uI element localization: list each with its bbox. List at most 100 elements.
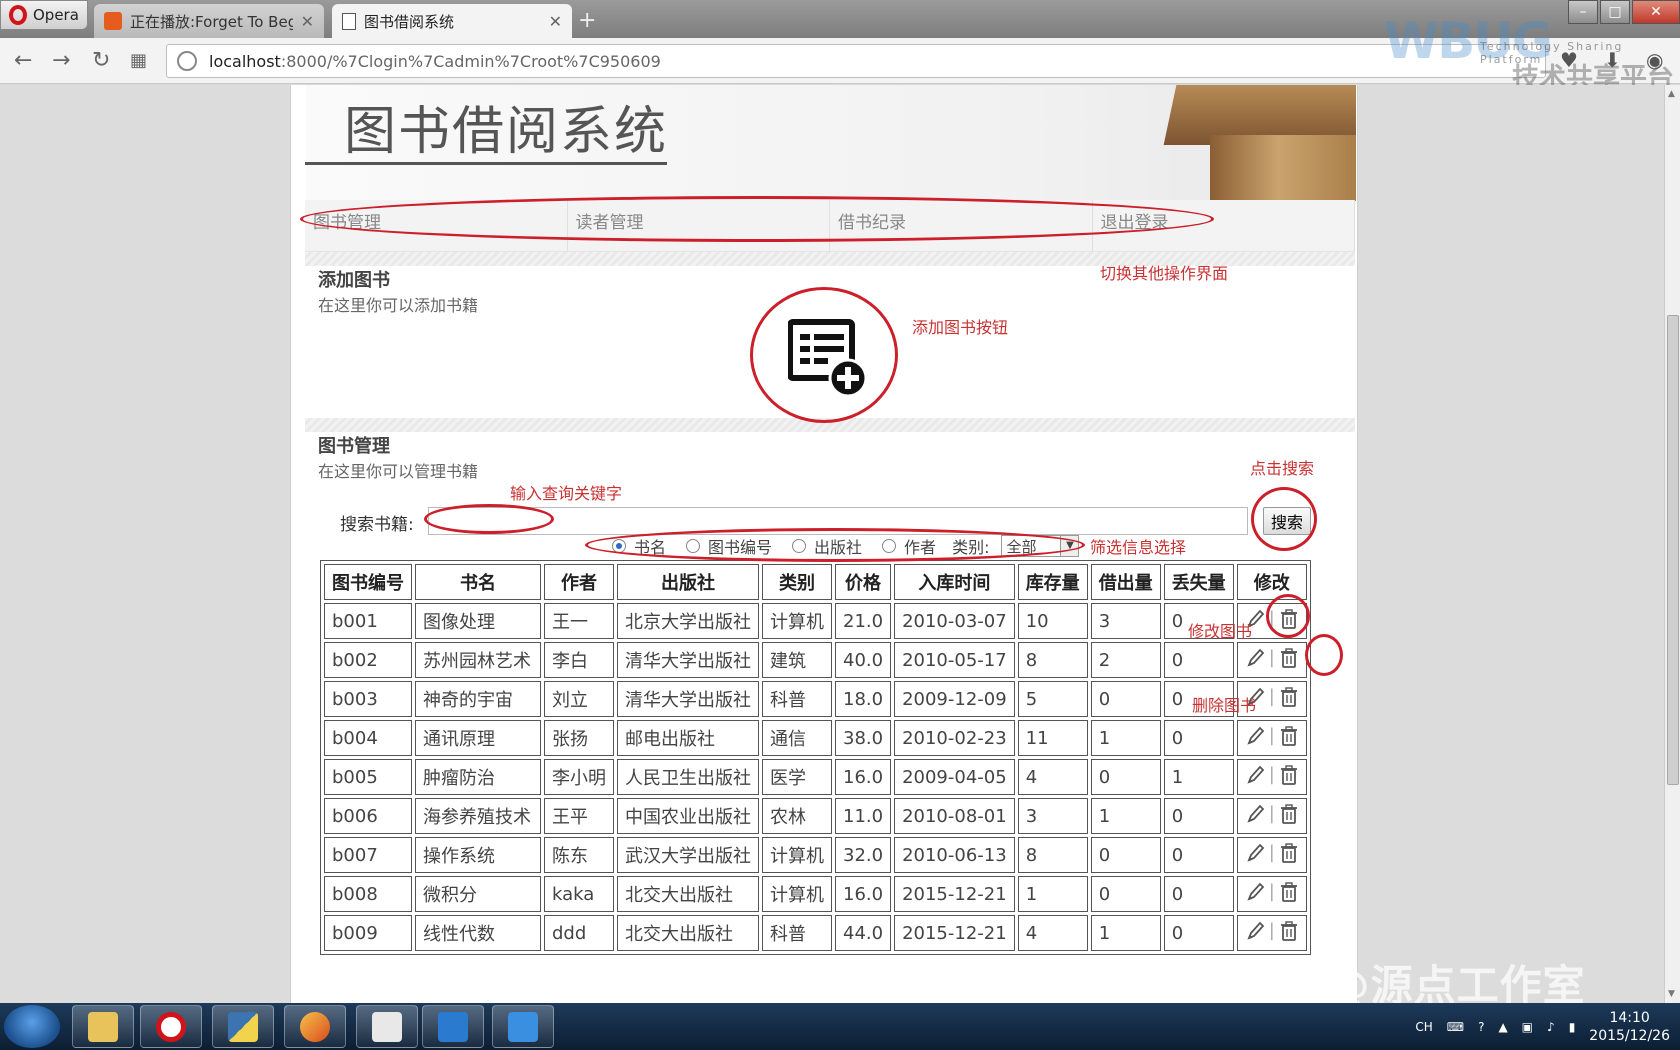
- minimize-icon[interactable]: –: [1568, 0, 1598, 24]
- table-cell: 0: [1163, 915, 1234, 951]
- table-cell: 0: [1163, 798, 1234, 834]
- annotation-search-ellipse: [1251, 487, 1317, 551]
- edit-icon[interactable]: [1245, 881, 1265, 903]
- delete-icon[interactable]: [1279, 881, 1299, 903]
- edit-icon[interactable]: [1245, 842, 1265, 864]
- table-cell: kaka: [544, 876, 614, 912]
- close-tab-icon[interactable]: ✕: [301, 12, 314, 31]
- delete-icon[interactable]: [1279, 803, 1299, 825]
- python-file-app[interactable]: [356, 1005, 418, 1048]
- table-cell: b001: [324, 603, 412, 639]
- wps-app[interactable]: [492, 1005, 554, 1048]
- row-actions: |: [1236, 642, 1307, 678]
- delete-icon[interactable]: [1279, 686, 1299, 708]
- table-cell: 16.0: [835, 759, 892, 795]
- network-icon[interactable]: ▣: [1522, 1020, 1533, 1034]
- table-cell: 医学: [762, 759, 832, 795]
- new-tab-button[interactable]: +: [578, 8, 596, 33]
- maximize-icon[interactable]: □: [1600, 0, 1630, 24]
- table-cell: 刘立: [544, 681, 614, 717]
- opera-app[interactable]: [140, 1005, 202, 1048]
- delete-icon[interactable]: [1279, 842, 1299, 864]
- table-cell: b004: [324, 720, 412, 756]
- table-cell: 科普: [762, 915, 832, 951]
- keyboard-icon[interactable]: ⌨: [1447, 1020, 1464, 1034]
- annotation-nav-ellipse: [300, 196, 1214, 242]
- site-info-icon[interactable]: [177, 51, 197, 71]
- close-tab-icon[interactable]: ✕: [549, 12, 562, 31]
- volume-icon[interactable]: ♪: [1547, 1020, 1555, 1034]
- col-header: 库存量: [1017, 564, 1088, 600]
- explorer-app[interactable]: [72, 1005, 134, 1048]
- table-cell: 中国农业出版社: [617, 798, 759, 834]
- annotation-input-keyword: 输入查询关键字: [510, 484, 623, 503]
- row-actions: |: [1236, 837, 1307, 873]
- clock[interactable]: 14:10 2015/12/26: [1589, 1009, 1670, 1045]
- tab-library-system[interactable]: 图书借阅系统 ✕: [332, 4, 572, 38]
- edit-icon[interactable]: [1245, 920, 1265, 942]
- back-icon[interactable]: ←: [14, 48, 32, 73]
- table-cell: 0: [1163, 837, 1234, 873]
- table-cell: 2: [1090, 642, 1161, 678]
- annotation-input-ellipse: [424, 504, 554, 534]
- table-cell: 陈东: [544, 837, 614, 873]
- site-title: 图书借阅系统: [344, 102, 669, 162]
- battery-icon[interactable]: ▮: [1569, 1020, 1576, 1034]
- table-cell: 王一: [544, 603, 614, 639]
- edit-icon[interactable]: [1245, 764, 1265, 786]
- manage-section-subtitle: 在这里你可以管理书籍: [318, 462, 479, 481]
- table-cell: 4: [1017, 759, 1088, 795]
- python-file-icon: [372, 1011, 402, 1042]
- vscode-app[interactable]: [422, 1005, 484, 1048]
- table-row: b007 操作系统 陈东 武汉大学出版社 计算机 32.0 2010-06-13 8 0 0 |: [324, 837, 1307, 873]
- table-cell: 微积分: [415, 876, 541, 912]
- opera-logo-icon: [9, 5, 27, 25]
- wps-icon: [508, 1011, 538, 1042]
- flash-app[interactable]: [284, 1005, 346, 1048]
- edit-icon[interactable]: [1245, 647, 1265, 669]
- show-hidden-icons-icon[interactable]: ▲: [1498, 1020, 1507, 1034]
- table-row: b006 海参养殖技术 王平 中国农业出版社 农林 11.0 2010-08-01 3 1 0 |: [324, 798, 1307, 834]
- tab-label: 图书借阅系统: [364, 12, 455, 31]
- table-cell: 神奇的宇宙: [415, 681, 541, 717]
- language-indicator[interactable]: CH: [1415, 1020, 1432, 1034]
- row-actions: |: [1236, 720, 1307, 756]
- vertical-scrollbar[interactable]: ▲ ▼: [1664, 85, 1680, 1003]
- delete-icon[interactable]: [1279, 920, 1299, 942]
- delete-icon[interactable]: [1279, 725, 1299, 747]
- table-cell: 计算机: [762, 837, 832, 873]
- opera-menu-button[interactable]: Opera: [0, 0, 88, 30]
- row-actions: |: [1236, 798, 1307, 834]
- table-cell: 2010-05-17: [894, 642, 1015, 678]
- edit-icon[interactable]: [1245, 803, 1265, 825]
- table-cell: 2010-03-07: [894, 603, 1015, 639]
- reload-icon[interactable]: ↻: [92, 48, 110, 73]
- scrollbar-thumb[interactable]: [1667, 315, 1679, 785]
- table-cell: b005: [324, 759, 412, 795]
- help-icon[interactable]: ?: [1478, 1020, 1484, 1034]
- table-cell: 计算机: [762, 603, 832, 639]
- start-button[interactable]: [4, 1005, 60, 1048]
- row-actions: |: [1236, 876, 1307, 912]
- forward-icon[interactable]: →: [52, 48, 70, 73]
- python-app[interactable]: [212, 1005, 274, 1048]
- annotation-switch-ui: 切换其他操作界面: [1100, 264, 1229, 283]
- table-cell: 2009-04-05: [894, 759, 1015, 795]
- col-header: 修改: [1236, 564, 1307, 600]
- table-cell: 10: [1017, 603, 1088, 639]
- address-bar[interactable]: localhost:8000/%7Clogin%7Cadmin%7Croot%7…: [166, 44, 1546, 78]
- delete-icon[interactable]: [1279, 647, 1299, 669]
- delete-icon[interactable]: [1279, 764, 1299, 786]
- table-row: b004 通讯原理 张扬 邮电出版社 通信 38.0 2010-02-23 11 1 0 |: [324, 720, 1307, 756]
- speed-dial-icon[interactable]: ▦: [130, 50, 147, 71]
- tab-now-playing[interactable]: 正在播放:Forget To Begin ✕: [94, 4, 324, 38]
- opera-label: Opera: [33, 6, 79, 24]
- edit-icon[interactable]: [1245, 725, 1265, 747]
- table-cell: 2015-12-21: [894, 876, 1015, 912]
- close-window-icon[interactable]: ✕: [1632, 0, 1680, 24]
- table-cell: 线性代数: [415, 915, 541, 951]
- table-cell: 李白: [544, 642, 614, 678]
- table-cell: 16.0: [835, 876, 892, 912]
- table-cell: 农林: [762, 798, 832, 834]
- col-header: 价格: [835, 564, 892, 600]
